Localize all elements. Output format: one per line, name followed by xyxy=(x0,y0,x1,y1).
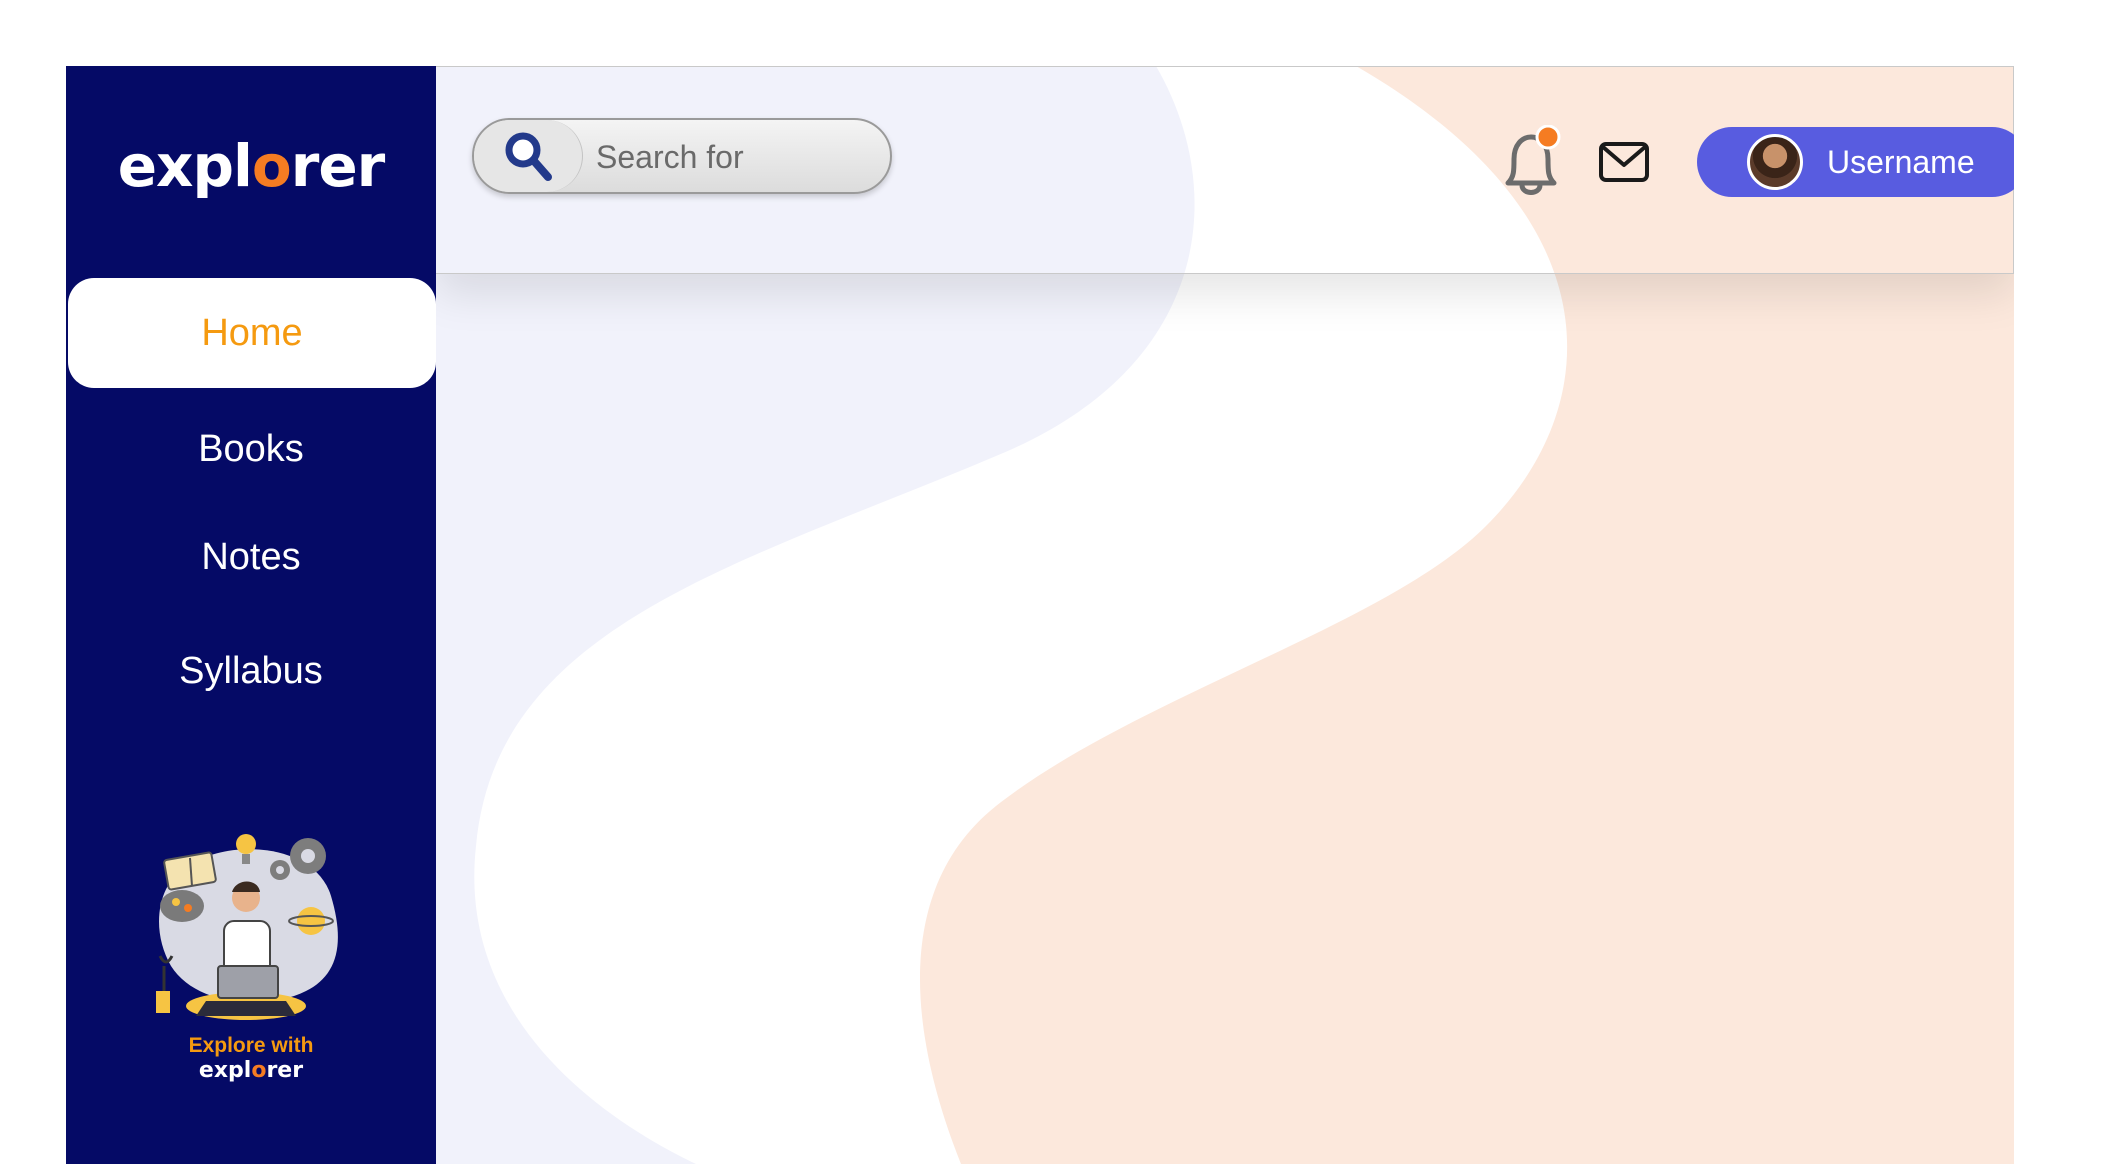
logo-text-start: expl xyxy=(117,132,253,200)
app-window: explorer Home Books Notes Syllabus Explo… xyxy=(66,66,2014,1164)
promo-illustration xyxy=(156,834,338,1020)
mail-icon[interactable] xyxy=(1598,141,1650,183)
search-button[interactable] xyxy=(474,120,583,192)
logo-magnifier-o: o xyxy=(251,132,292,200)
sidebar-item-label: Notes xyxy=(201,535,301,578)
username-label: Username xyxy=(1827,143,1975,180)
search-bar xyxy=(472,118,892,194)
sidebar-item-label: Books xyxy=(198,427,304,470)
sidebar: explorer Home Books Notes Syllabus Explo… xyxy=(66,66,436,1164)
header-bar: Username xyxy=(436,66,2014,274)
sidebar-item-books[interactable]: Books xyxy=(66,394,436,504)
promo-logo-end: rer xyxy=(266,1058,304,1083)
sidebar-item-syllabus[interactable]: Syllabus xyxy=(66,616,436,726)
promo-logo: explorer xyxy=(66,1058,436,1083)
search-icon xyxy=(505,132,552,181)
avatar xyxy=(1747,134,1803,190)
promo-logo-o: o xyxy=(251,1058,267,1083)
promo-logo-start: expl xyxy=(198,1058,252,1083)
main-content: Username xyxy=(436,66,2014,1164)
logo[interactable]: explorer xyxy=(66,126,436,206)
promo-tagline: Explore with xyxy=(188,1034,314,1057)
logo-text-end: rer xyxy=(290,132,386,200)
sidebar-item-label: Syllabus xyxy=(179,649,323,692)
bell-icon[interactable] xyxy=(1500,125,1562,199)
user-profile-button[interactable]: Username xyxy=(1697,127,2014,197)
search-input[interactable] xyxy=(594,132,878,182)
sidebar-item-home[interactable]: Home xyxy=(68,278,436,388)
sidebar-item-label: Home xyxy=(201,311,303,354)
sidebar-item-notes[interactable]: Notes xyxy=(66,502,436,612)
notification-badge xyxy=(1535,125,1561,150)
